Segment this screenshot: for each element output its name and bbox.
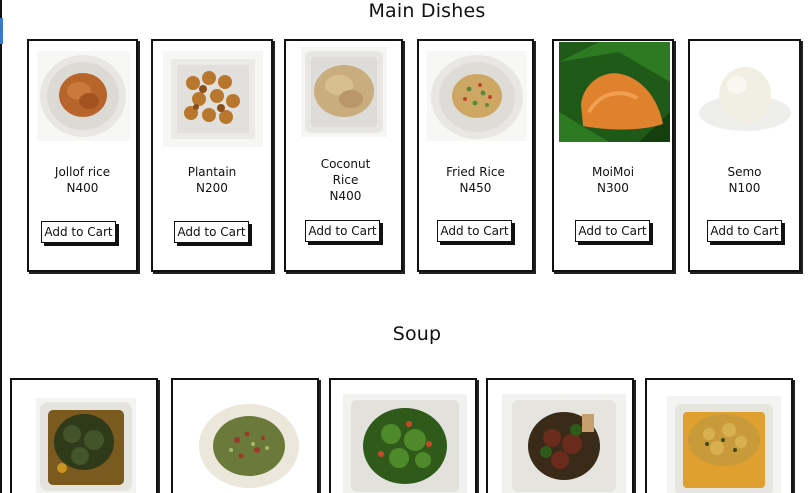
add-to-cart-button[interactable]: Add to Cart bbox=[305, 220, 380, 242]
okro-soup-image bbox=[197, 400, 301, 488]
soup-card bbox=[171, 378, 319, 493]
dish-info: Coconut Rice N400 bbox=[310, 156, 381, 204]
semo-image bbox=[695, 43, 795, 143]
left-scroll-indicator bbox=[0, 18, 3, 44]
soup-card bbox=[329, 378, 477, 493]
dish-name: MoiMoi bbox=[591, 165, 635, 179]
menu-page: Main Dishes Jollof rice N400 Add to Cart bbox=[0, 0, 811, 493]
dish-card-plantain: Plantain N200 Add to Cart bbox=[151, 39, 273, 272]
fried-rice-image bbox=[427, 51, 527, 141]
efo-riro-image bbox=[343, 394, 467, 493]
dish-info: Plantain N200 bbox=[153, 164, 271, 196]
dish-info: MoiMoi N300 bbox=[554, 164, 672, 196]
soup-card bbox=[10, 378, 158, 493]
add-to-cart-button[interactable]: Add to Cart bbox=[41, 221, 116, 243]
egusi-soup-image bbox=[667, 396, 781, 493]
dish-name: Fried Rice bbox=[446, 165, 505, 179]
dish-name: Coconut Rice bbox=[320, 157, 371, 187]
dish-price: N400 bbox=[329, 189, 362, 203]
plantain-image bbox=[163, 51, 263, 147]
soup-title: Soup bbox=[392, 323, 442, 345]
dish-name: Jollof rice bbox=[54, 165, 111, 179]
dish-price: N400 bbox=[66, 181, 99, 195]
jollof-rice-image bbox=[37, 51, 130, 141]
dish-card-jollof-rice: Jollof rice N400 Add to Cart bbox=[27, 39, 138, 272]
soup-card bbox=[645, 378, 793, 493]
dish-card-semo: Semo N100 Add to Cart bbox=[688, 39, 801, 272]
add-to-cart-button[interactable]: Add to Cart bbox=[707, 220, 782, 242]
moimoi-image bbox=[559, 42, 670, 142]
main-dishes-title: Main Dishes bbox=[368, 0, 486, 22]
dish-card-moimoi: MoiMoi N300 Add to Cart bbox=[552, 39, 674, 272]
dish-info: Fried Rice N450 bbox=[419, 164, 532, 196]
afang-soup-image bbox=[502, 394, 626, 493]
add-to-cart-button[interactable]: Add to Cart bbox=[437, 220, 512, 242]
add-to-cart-button[interactable]: Add to Cart bbox=[174, 221, 249, 243]
dish-price: N200 bbox=[196, 181, 228, 195]
add-to-cart-button[interactable]: Add to Cart bbox=[575, 220, 650, 242]
coconut-rice-image bbox=[301, 47, 387, 137]
dish-info: Semo N100 bbox=[690, 164, 799, 196]
vegetable-soup-image bbox=[36, 398, 136, 493]
soup-card bbox=[486, 378, 634, 493]
dish-card-fried-rice: Fried Rice N450 Add to Cart bbox=[417, 39, 534, 272]
dish-info: Jollof rice N400 bbox=[29, 164, 136, 196]
dish-price: N300 bbox=[597, 181, 629, 195]
dish-name: Plantain bbox=[187, 165, 237, 179]
dish-price: N100 bbox=[728, 181, 761, 195]
dish-name: Semo bbox=[727, 165, 762, 179]
dish-card-coconut-rice: Coconut Rice N400 Add to Cart bbox=[284, 39, 403, 272]
dish-price: N450 bbox=[459, 181, 492, 195]
left-border bbox=[0, 0, 2, 493]
